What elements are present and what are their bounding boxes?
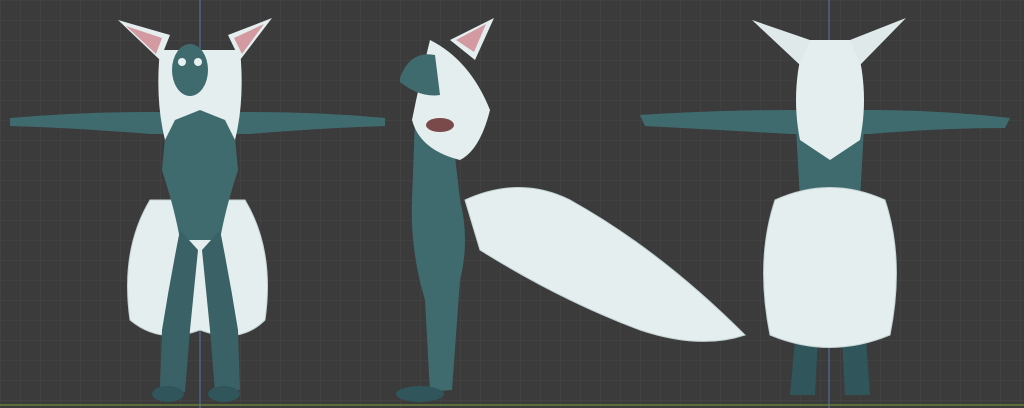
right-eye — [194, 58, 202, 66]
head-front — [172, 44, 208, 96]
tail-fur-back — [763, 187, 897, 348]
right-foot-front — [208, 386, 240, 402]
hair-back — [796, 40, 864, 160]
left-eye — [178, 58, 186, 66]
left-foot-front — [152, 386, 184, 402]
foot-side — [396, 386, 444, 402]
right-leg-back — [842, 340, 870, 395]
hand-side — [426, 118, 454, 132]
viewport-canvas — [0, 0, 1024, 408]
3d-viewport[interactable] — [0, 0, 1024, 408]
